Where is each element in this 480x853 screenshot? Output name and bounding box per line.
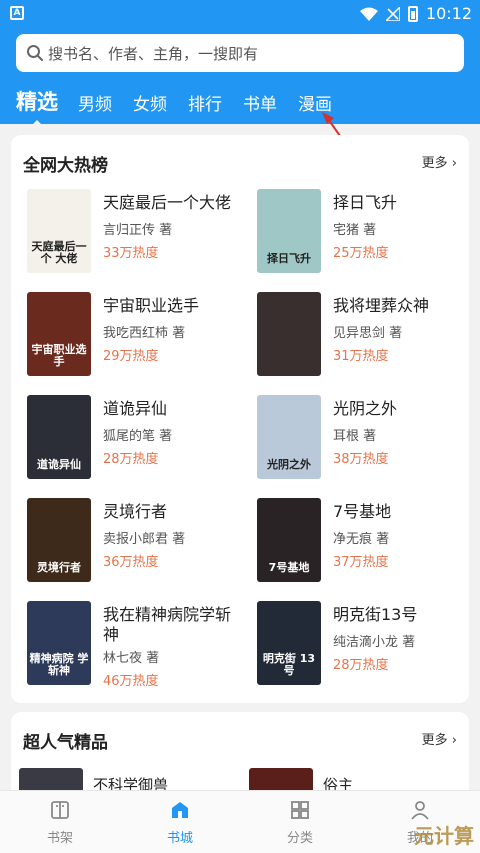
store-icon: [172, 802, 188, 818]
book-cover: 灵境行者: [27, 498, 91, 582]
book-heat: 33万热度: [103, 246, 159, 261]
cover-title: 道诡异仙: [37, 458, 81, 471]
cover-title: 灵境行者: [37, 561, 81, 574]
active-tab-indicator: [30, 120, 44, 127]
bookshelf-icon: [51, 801, 69, 819]
no-signal-icon: [385, 6, 400, 21]
cover-title: 天庭最后一个 大佬: [31, 240, 87, 265]
tab-featured[interactable]: 精选: [16, 86, 58, 116]
app-notification-icon: A: [10, 6, 24, 20]
book-author: 言归正传 著: [103, 223, 173, 238]
profile-icon: [411, 801, 429, 820]
book-author: 见异思剑 著: [333, 326, 403, 341]
book-heat: 38万热度: [333, 452, 389, 467]
cover-title: 7号基地: [268, 561, 310, 574]
more-link[interactable]: 更多 ›: [422, 152, 457, 171]
more-link[interactable]: 更多 ›: [422, 729, 457, 748]
book-title: 天庭最后一个大佬: [103, 193, 232, 212]
book-item[interactable]: 精神病院 学斩神 我在精神病院学斩神林七夜 著 46万热度: [23, 601, 243, 691]
book-cover: 择日飞升: [257, 189, 321, 273]
book-title: 灵境行者: [103, 502, 168, 521]
book-title: 光阴之外: [333, 399, 398, 418]
book-title: 择日飞升: [333, 193, 398, 212]
book-cover: 宇宙职业选手: [27, 292, 91, 376]
section-title: 全网大热榜: [23, 156, 108, 176]
watermark-logo: 元计算: [414, 824, 474, 848]
category-icon: [291, 801, 309, 819]
book-item[interactable]: 明克街 13号 明克街13号纯洁滴小龙 著 28万热度: [253, 601, 473, 691]
cover-title: 精神病院 学斩神: [29, 652, 89, 677]
book-author: 净无痕 著: [333, 532, 390, 547]
book-item[interactable]: 宇宙职业选手 宇宙职业选手 我吃西红柿 著 29万热度: [23, 292, 243, 382]
book-cover: [257, 292, 321, 376]
category-tabs: 精选 男频 女频 排行 书单 漫画: [0, 84, 480, 127]
book-heat: 25万热度: [333, 246, 389, 261]
tab-female[interactable]: 女频: [133, 90, 167, 115]
book-author: 林七夜 著: [103, 651, 160, 666]
book-cover: 明克街 13号: [257, 601, 321, 685]
book-author: 我吃西红柿 著: [103, 326, 186, 341]
header: A 10:12 搜书名、作者、主角，一搜即有 精选 男频 女频 排行 书单 漫画: [0, 0, 480, 127]
book-title: 7号基地: [333, 502, 392, 521]
book-author: 宅猪 著: [333, 223, 377, 238]
book-title: 明克街13号: [333, 605, 418, 624]
nav-bookshelf[interactable]: 书架: [20, 799, 100, 846]
book-item[interactable]: 我将埋葬众神见异思剑 著 31万热度: [253, 292, 473, 382]
cover-title: 宇宙职业选手: [31, 343, 87, 368]
book-cover: 道诡异仙: [27, 395, 91, 479]
book-cover: 精神病院 学斩神: [27, 601, 91, 685]
bottom-navigation: 书架 书城 分类 我的: [0, 790, 480, 853]
tab-male[interactable]: 男频: [78, 90, 112, 115]
battery-icon: [407, 5, 418, 22]
cover-title: 择日飞升: [267, 252, 311, 265]
book-cover: 天庭最后一个 大佬: [27, 189, 91, 273]
book-author: 纯洁滴小龙 著: [333, 635, 416, 650]
book-item[interactable]: 灵境行者 灵境行者 卖报小郎君 著 36万热度: [23, 498, 243, 588]
tab-booklist[interactable]: 书单: [243, 90, 277, 115]
clock: 10:12: [425, 4, 472, 23]
book-item[interactable]: 择日飞升 择日飞升 宅猪 著 25万热度: [253, 189, 473, 279]
book-title: 道诡异仙: [103, 399, 168, 418]
book-item[interactable]: 天庭最后一个 大佬 天庭最后一个大佬言归正传 著 33万热度: [23, 189, 243, 279]
tab-ranking[interactable]: 排行: [188, 90, 222, 115]
book-cover: 光阴之外: [257, 395, 321, 479]
book-heat: 31万热度: [333, 349, 389, 364]
book-title: 我将埋葬众神: [333, 296, 430, 315]
book-heat: 29万热度: [103, 349, 159, 364]
book-cover: 7号基地: [257, 498, 321, 582]
section-title: 超人气精品: [23, 733, 108, 753]
cover-title: 光阴之外: [267, 458, 311, 471]
book-title: 宇宙职业选手: [103, 296, 200, 315]
search-icon: [27, 45, 43, 61]
book-heat: 37万热度: [333, 555, 389, 570]
search-placeholder: 搜书名、作者、主角，一搜即有: [48, 44, 259, 63]
search-input[interactable]: 搜书名、作者、主角，一搜即有: [16, 34, 464, 72]
hot-ranking-card: 全网大热榜 更多 › 天庭最后一个 大佬 天庭最后一个大佬言归正传 著 33万热度 择…: [11, 135, 469, 703]
wifi-icon: [359, 7, 378, 21]
book-author: 狐尾的笔 著: [103, 429, 173, 444]
book-heat: 28万热度: [333, 658, 389, 673]
book-heat: 46万热度: [103, 674, 159, 689]
book-heat: 28万热度: [103, 452, 159, 467]
book-heat: 36万热度: [103, 555, 159, 570]
book-item[interactable]: 光阴之外 光阴之外 耳根 著 38万热度: [253, 395, 473, 485]
book-item[interactable]: 道诡异仙 道诡异仙 狐尾的笔 著 28万热度: [23, 395, 243, 485]
status-bar: A 10:12: [0, 0, 480, 28]
book-author: 卖报小郎君 著: [103, 532, 186, 547]
cover-title: 明克街 13号: [262, 652, 316, 677]
book-title: 我在精神病院学斩神: [103, 605, 232, 644]
nav-store[interactable]: 书城: [140, 799, 220, 846]
book-author: 耳根 著: [333, 429, 377, 444]
nav-category[interactable]: 分类: [260, 799, 340, 846]
book-item[interactable]: 7号基地 7号基地 净无痕 著 37万热度: [253, 498, 473, 588]
